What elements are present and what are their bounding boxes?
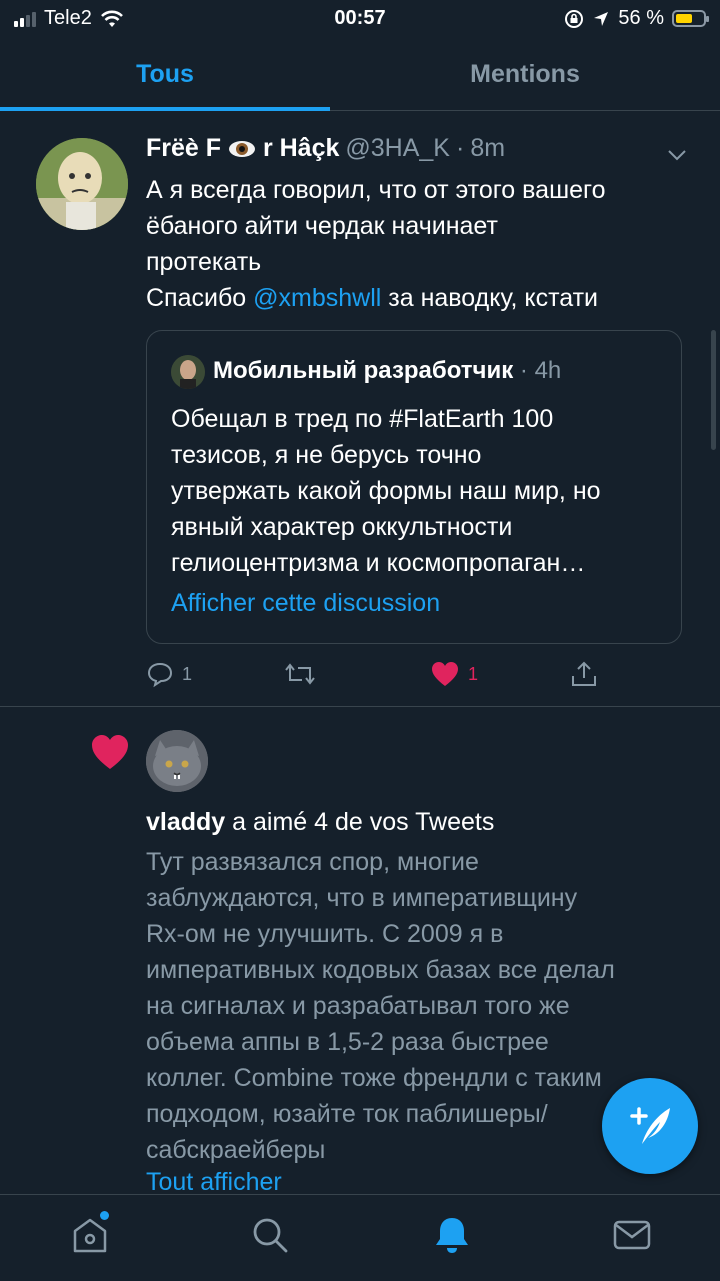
heart-icon — [432, 662, 458, 686]
avatar[interactable] — [36, 138, 128, 230]
active-tab-indicator — [0, 107, 330, 111]
like-count: 1 — [468, 663, 479, 684]
separator-dot: · — [455, 134, 465, 163]
retweet-button[interactable] — [284, 660, 316, 688]
reply-button[interactable]: 1 — [146, 660, 192, 688]
chevron-down-icon[interactable] — [666, 144, 688, 166]
display-name[interactable]: Frëè F r Hâçk — [146, 134, 339, 163]
bell-icon[interactable] — [432, 1215, 472, 1255]
quoted-text-line: Обещал в тред по #FlatEarth 100 — [171, 405, 554, 433]
preview-line: Тут развязался спор, многие — [146, 848, 479, 876]
battery-icon — [672, 10, 709, 27]
show-thread-link[interactable]: Afficher cette discussion — [171, 589, 440, 618]
notification-action: a aimé 4 de vos Tweets — [225, 808, 495, 836]
compose-tweet-button[interactable] — [602, 1078, 698, 1174]
heart-icon — [92, 735, 128, 769]
notification-title: vladdy a aimé 4 de vos Tweets — [146, 808, 494, 837]
quoted-time: 4h — [534, 357, 562, 384]
tweet-text-line: ёбаного айти чердак начинает — [146, 212, 498, 240]
preview-line: заблуждаются, что в императивщину — [146, 884, 578, 912]
status-bar: Tele2 00:57 56 % — [0, 0, 720, 38]
share-button[interactable] — [570, 660, 598, 688]
retweet-icon — [285, 663, 315, 685]
quoted-text-line: утвержать какой формы наш мир, но — [171, 477, 601, 505]
quoted-header: Мобильный разработчик · 4h — [213, 357, 561, 385]
tweet-text-line: Спасибо @xmbshwll за наводку, кстати — [146, 280, 696, 316]
tweet-text-line: протекать — [146, 248, 262, 276]
tweet-text-after-mention: за наводку, кстати — [381, 284, 599, 312]
preview-line: Rx-ом не улучшить. С 2009 я в — [146, 920, 504, 948]
rotation-lock-icon — [565, 9, 584, 28]
user-handle[interactable]: @3HA_K — [345, 134, 450, 163]
liker-name[interactable]: vladdy — [146, 808, 225, 836]
tab-mentions[interactable]: Mentions — [360, 38, 690, 110]
search-icon[interactable] — [250, 1215, 290, 1255]
location-icon — [594, 11, 609, 26]
bottom-navigation — [0, 1194, 720, 1281]
reply-count: 1 — [182, 663, 193, 684]
separator-dot: · — [519, 357, 528, 384]
preview-line: императивных кодовых базах все делал — [146, 956, 615, 984]
tweet-header: Frëè F r Hâçk @3HA_K · 8m — [146, 134, 505, 163]
home-icon[interactable] — [70, 1215, 110, 1255]
display-name-part2: r Hâçk — [262, 134, 340, 162]
eye-emoji-icon — [228, 141, 255, 158]
tweet[interactable]: Frëè F r Hâçk @3HA_K · 8m А я всегда гов… — [0, 112, 720, 707]
avatar[interactable] — [146, 730, 208, 792]
status-right: 56 % — [564, 7, 709, 30]
tweet-actions: 1 1 — [146, 658, 606, 694]
like-button[interactable]: 1 — [430, 660, 478, 688]
quoted-avatar[interactable] — [171, 355, 205, 389]
quoted-text: Обещал в тред по #FlatEarth 100 тезисов,… — [171, 401, 671, 581]
tweet-text: А я всегда говорил, что от этого вашего … — [146, 172, 696, 316]
tab-all[interactable]: Tous — [0, 38, 330, 110]
quoted-tweet[interactable]: Мобильный разработчик · 4h Обещал в тред… — [146, 330, 682, 644]
battery-percent: 56 % — [618, 7, 664, 29]
scrollbar[interactable] — [711, 330, 716, 450]
reply-icon — [147, 662, 173, 688]
notification-tabs: Tous Mentions — [0, 38, 720, 111]
quoted-text-line: тезисов, я не берусь точно — [171, 441, 482, 469]
new-content-indicator — [100, 1211, 109, 1220]
quoted-text-line: явный характер оккультности — [171, 513, 513, 541]
mention-link[interactable]: @xmbshwll — [253, 284, 381, 312]
tweet-text-before-mention: Спасибо — [146, 284, 254, 312]
display-name-part1: Frëè F — [146, 134, 222, 162]
tweet-text-line: А я всегда говорил, что от этого вашего — [146, 176, 606, 204]
share-icon — [572, 661, 596, 686]
quoted-text-line: гелиоцентризма и космопропаган… — [171, 549, 586, 577]
preview-line: объема аппы в 1,5-2 раза быстрее — [146, 1028, 549, 1056]
mail-icon[interactable] — [612, 1215, 652, 1255]
tweet-time: 8m — [470, 134, 506, 163]
quoted-author[interactable]: Мобильный разработчик — [213, 357, 513, 384]
preview-line: на сигналах и разрабатывал того же — [146, 992, 570, 1020]
compose-tweet-icon — [630, 1107, 670, 1144]
show-all-link[interactable]: Tout afficher — [146, 1168, 282, 1197]
